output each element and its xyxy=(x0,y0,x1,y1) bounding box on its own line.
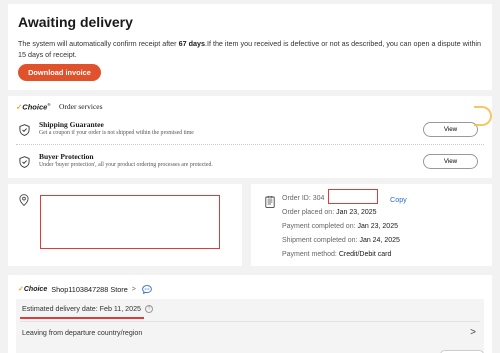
shop-header[interactable]: ✓Choice Shop1103847288 Store > xyxy=(18,284,152,294)
info-icon[interactable]: ? xyxy=(144,305,153,313)
buyer-protection-view-button[interactable]: View xyxy=(423,154,478,169)
estimated-delivery-text: Estimated delivery date: Feb 11, 2025 xyxy=(22,305,141,313)
payment-method-line: Payment method: Credit/Debit card xyxy=(282,251,391,258)
divider xyxy=(16,144,484,145)
choice-label: Choice xyxy=(22,102,48,112)
decorative-arc xyxy=(474,106,492,126)
order-services-title: Order services xyxy=(59,102,103,111)
copy-order-id-link[interactable]: Copy xyxy=(390,195,407,204)
payment-completed-line: Payment completed on: Jan 23, 2025 xyxy=(282,223,398,230)
buyer-protection-row: Buyer Protection Under 'buyer protection… xyxy=(16,152,484,182)
buyer-protection-subtitle: Under 'buyer protection', all your produ… xyxy=(39,162,213,168)
payment-method-value: Credit/Debit card xyxy=(338,251,392,258)
shield-check-icon xyxy=(19,156,30,168)
address-redaction-box xyxy=(40,195,220,249)
payment-method-label: Payment method: xyxy=(282,251,339,258)
document-icon xyxy=(265,196,275,208)
payment-completed-label: Payment completed on: xyxy=(282,223,358,230)
chevron-right-icon: > xyxy=(131,285,136,293)
order-services-card: ✓Choice® Order services Shipping Guarant… xyxy=(8,96,492,178)
choice-label: Choice xyxy=(23,286,48,293)
shipping-guarantee-title: Shipping Guarantee xyxy=(39,120,104,129)
shop-name[interactable]: Shop1103847288 Store xyxy=(51,285,128,294)
choice-logo: ✓Choice® xyxy=(16,102,51,112)
divider xyxy=(20,321,480,322)
shipping-guarantee-view-button[interactable]: View xyxy=(423,122,478,137)
chevron-right-icon[interactable]: > xyxy=(470,327,476,338)
shipping-guarantee-row: Shipping Guarantee Get a coupon if your … xyxy=(16,120,484,150)
highlight-underline xyxy=(20,317,144,319)
shipping-address-card xyxy=(8,184,242,266)
chat-bubble-icon[interactable] xyxy=(142,284,152,294)
shipment-completed-label: Shipment completed on: xyxy=(282,237,360,244)
choice-logo: ✓Choice xyxy=(18,285,47,293)
shield-check-icon xyxy=(19,124,30,136)
estimated-delivery: Estimated delivery date: Feb 11, 2025 ? xyxy=(22,305,153,313)
shipment-completed-line: Shipment completed on: Jan 24, 2025 xyxy=(282,237,400,244)
order-id: Order ID: 304 xyxy=(282,195,325,202)
location-pin-icon xyxy=(19,194,29,206)
download-invoice-button[interactable]: Download invoice xyxy=(18,64,101,81)
buyer-protection-title: Buyer Protection xyxy=(39,152,94,161)
shipment-completed-value: Jan 24, 2025 xyxy=(359,237,400,244)
order-placed-line: Order placed on: Jan 23, 2025 xyxy=(282,209,377,216)
order-info-card: Order ID: 304 Copy Order placed on: Jan … xyxy=(251,184,492,266)
tracking-status-text[interactable]: Leaving from departure country/region xyxy=(22,329,142,337)
order-id-redaction-box xyxy=(328,189,378,204)
notice-text-prefix: The system will automatically confirm re… xyxy=(18,39,179,48)
awaiting-delivery-card: Awaiting delivery The system will automa… xyxy=(8,4,492,90)
shipping-guarantee-subtitle: Get a coupon if your order is not shippe… xyxy=(39,130,194,136)
order-placed-label: Order placed on: xyxy=(282,209,337,216)
delivery-info-box: Estimated delivery date: Feb 11, 2025 ? … xyxy=(16,299,484,353)
payment-completed-value: Jan 23, 2025 xyxy=(357,223,398,230)
auto-confirm-notice: The system will automatically confirm re… xyxy=(18,39,488,60)
page-title: Awaiting delivery xyxy=(18,14,133,30)
shop-card: ✓Choice Shop1103847288 Store > Estimated… xyxy=(8,275,492,353)
order-placed-value: Jan 23, 2025 xyxy=(336,209,377,216)
confirm-days: 67 days xyxy=(178,39,205,48)
